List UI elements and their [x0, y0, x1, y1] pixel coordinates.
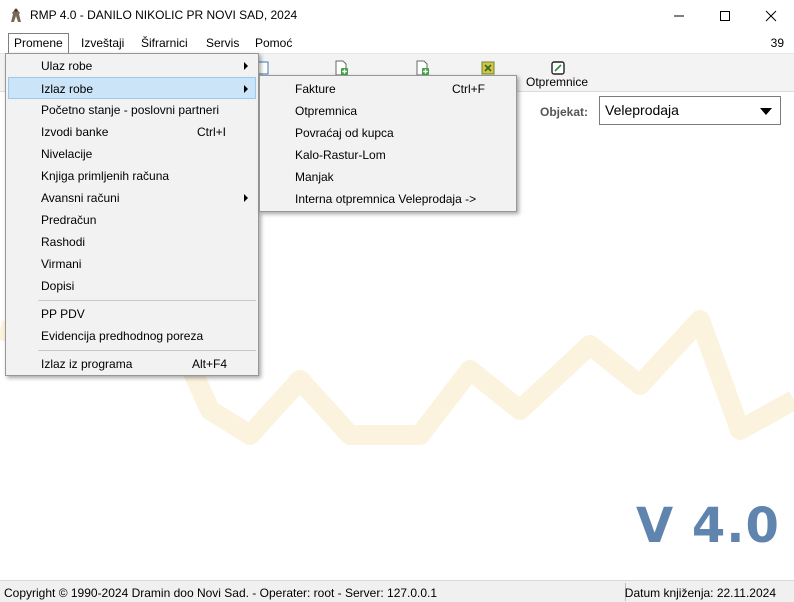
- objekat-select[interactable]: Veleprodaja: [599, 96, 781, 125]
- menu-item-nivelacije[interactable]: Nivelacije: [8, 143, 256, 165]
- menu-promene[interactable]: Promene: [8, 33, 69, 54]
- maximize-icon: [720, 11, 730, 21]
- app-logo-icon: [11, 8, 21, 22]
- menu-item-izvodi-banke[interactable]: Izvodi banke Ctrl+I: [8, 121, 256, 143]
- objekat-label: Objekat:: [540, 105, 589, 119]
- menu-izvestaji[interactable]: Izveštaji: [76, 35, 129, 53]
- submenu-item-interna-otpremnica[interactable]: Interna otpremnica Veleprodaja ->: [262, 188, 514, 210]
- shortcut-alt-f4: Alt+F4: [192, 357, 228, 371]
- menu-item-pp-pdv[interactable]: PP PDV: [8, 303, 256, 325]
- menu-pomoc[interactable]: Pomoć: [250, 35, 297, 53]
- menu-item-izlaz-iz-programa[interactable]: Izlaz iz programa Alt+F4: [8, 353, 256, 375]
- submenu-item-fakture[interactable]: Fakture Ctrl+F: [262, 78, 514, 100]
- menu-item-dopisi[interactable]: Dopisi: [8, 275, 256, 297]
- objekat-value: Veleprodaja: [605, 102, 679, 118]
- close-icon: [765, 10, 777, 22]
- version-label: V 4.0: [636, 498, 780, 554]
- menu-item-knjiga-primljenih-racuna[interactable]: Knjiga primljenih računa: [8, 165, 256, 187]
- close-button[interactable]: [748, 0, 794, 32]
- otpremnice-icon[interactable]: [550, 60, 566, 76]
- status-copyright: Copyright © 1990-2024 Dramin doo Novi Sa…: [4, 586, 438, 600]
- title-bar: RMP 4.0 - DANILO NIKOLIC PR NOVI SAD, 20…: [0, 0, 794, 32]
- minimize-button[interactable]: [656, 0, 702, 32]
- submenu-item-povracaj-od-kupca[interactable]: Povraćaj od kupca: [262, 122, 514, 144]
- menu-servis[interactable]: Servis: [201, 35, 244, 53]
- status-posting-date: Datum knjiženja: 22.11.2024: [624, 586, 776, 600]
- menu-item-izlaz-robe[interactable]: Izlaz robe: [8, 77, 256, 99]
- promene-menu: Ulaz robe Izlaz robe Početno stanje - po…: [5, 53, 259, 376]
- excel-export-icon[interactable]: [480, 60, 496, 76]
- otpremnice-button-label[interactable]: Otpremnice: [526, 75, 588, 89]
- record-count: 39: [770, 36, 784, 50]
- menu-item-evidencija-predhodnog-poreza[interactable]: Evidencija predhodnog poreza: [8, 325, 256, 347]
- menu-item-virmani[interactable]: Virmani: [8, 253, 256, 275]
- submenu-arrow-icon: [244, 62, 248, 70]
- menu-sifrarnici[interactable]: Šifrarnici: [136, 35, 193, 53]
- submenu-item-kalo-rastur-lom[interactable]: Kalo-Rastur-Lom: [262, 144, 514, 166]
- menu-separator: [38, 350, 256, 351]
- submenu-item-manjak[interactable]: Manjak: [262, 166, 514, 188]
- chevron-down-icon[interactable]: [760, 108, 772, 115]
- menu-item-avansni-racuni[interactable]: Avansni računi: [8, 187, 256, 209]
- menu-item-pocetno-stanje[interactable]: Početno stanje - poslovni partneri: [8, 99, 256, 121]
- submenu-arrow-icon: [244, 194, 248, 202]
- menu-bar: Promene Izveštaji Šifrarnici Servis Pomo…: [0, 32, 794, 54]
- maximize-button[interactable]: [702, 0, 748, 32]
- izlaz-robe-submenu: Fakture Ctrl+F Otpremnica Povraćaj od ku…: [259, 75, 517, 212]
- submenu-arrow-icon: [244, 85, 248, 93]
- minimize-icon: [674, 15, 684, 17]
- menu-item-ulaz-robe[interactable]: Ulaz robe: [8, 55, 256, 77]
- window-title: RMP 4.0 - DANILO NIKOLIC PR NOVI SAD, 20…: [30, 8, 298, 22]
- menu-separator: [38, 300, 256, 301]
- menu-item-rashodi[interactable]: Rashodi: [8, 231, 256, 253]
- status-bar: Copyright © 1990-2024 Dramin doo Novi Sa…: [0, 580, 794, 602]
- shortcut-ctrl-f: Ctrl+F: [452, 82, 485, 96]
- new-document-icon[interactable]: [333, 60, 349, 76]
- shortcut-ctrl-i: Ctrl+I: [197, 125, 227, 139]
- submenu-item-otpremnica[interactable]: Otpremnica: [262, 100, 514, 122]
- new-document-icon[interactable]: [414, 60, 430, 76]
- menu-item-predracun[interactable]: Predračun: [8, 209, 256, 231]
